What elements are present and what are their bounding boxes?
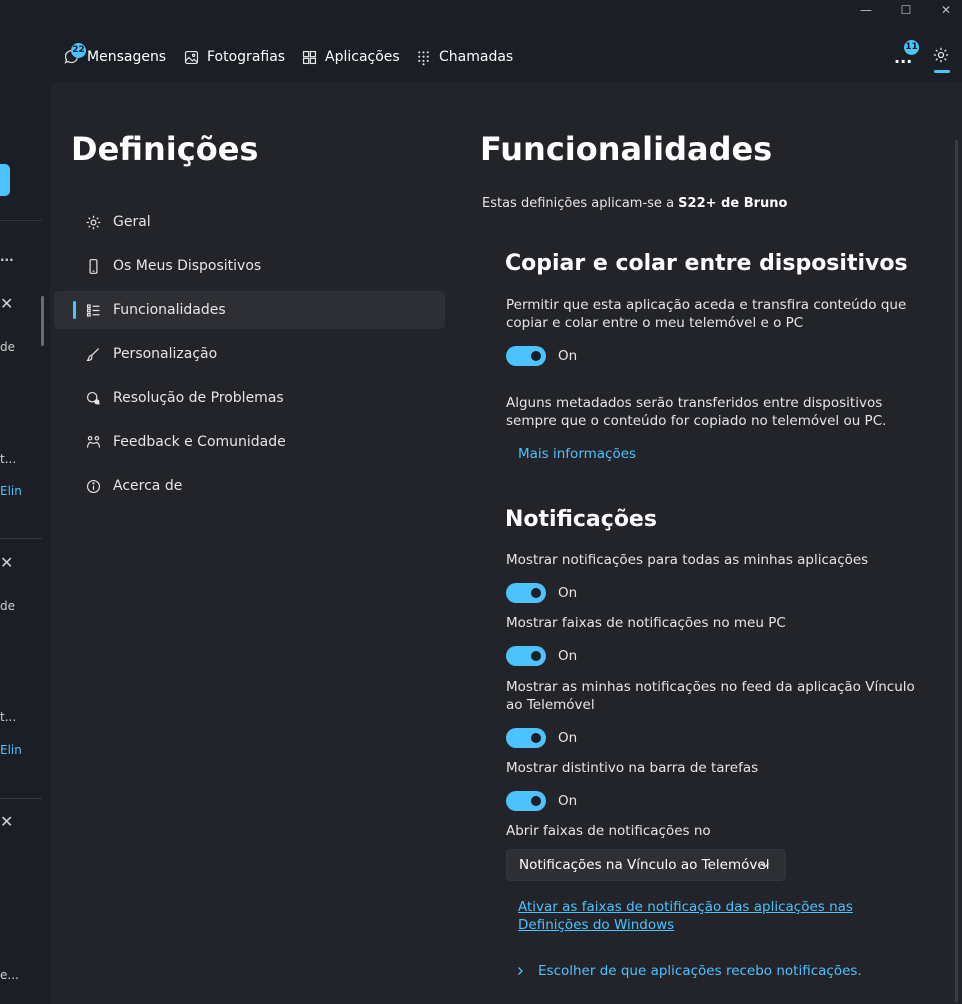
content-scrollbar[interactable] (955, 140, 958, 1002)
more-badge: 11 (904, 40, 919, 55)
strip-more[interactable]: ... (0, 250, 14, 264)
copy-paste-toggle[interactable] (506, 346, 546, 366)
copy-description: Permitir que esta aplicação aceda e tran… (506, 297, 907, 331)
strip-link[interactable]: Elin (0, 743, 22, 757)
toggle-state: On (558, 793, 578, 809)
strip-snippet: t... (0, 452, 17, 466)
info-icon (84, 477, 102, 495)
applies-prefix: Estas definições aplicam-se a (482, 196, 679, 211)
settings-active-indicator (934, 70, 950, 73)
messages-badge: 22 (71, 42, 86, 58)
open-banners-label: Abrir faixas de notificações no (506, 823, 711, 839)
tab-photos[interactable]: Fotografias (183, 40, 285, 74)
windows-settings-link[interactable]: Ativar as faixas de notificação das apli… (518, 898, 918, 934)
apps-icon (301, 49, 318, 66)
tab-apps[interactable]: Aplicações (301, 40, 400, 74)
sidebar-item-label: Resolução de Problemas (113, 390, 284, 406)
tab-calls[interactable]: Chamadas (415, 40, 513, 74)
choose-apps-label: Escolher de que aplicações recebo notifi… (538, 963, 862, 979)
close-button[interactable]: ✕ (929, 0, 962, 20)
sidebar-item-devices[interactable]: Os Meus Dispositivos (54, 247, 445, 285)
sidebar-item-about[interactable]: Acerca de (54, 467, 445, 505)
gear-icon (84, 213, 102, 231)
notif-setting-label: Mostrar notificações para todas as minha… (506, 552, 869, 568)
strip-snippet: de (0, 599, 15, 613)
open-banners-dropdown[interactable]: Notificações na Vínculo ao Telemóvel (506, 849, 786, 881)
tab-photos-label: Fotografias (207, 49, 286, 65)
notif-badge-toggle[interactable] (506, 791, 546, 811)
notif-feed-toggle[interactable] (506, 728, 546, 748)
chevron-right-icon (518, 967, 523, 975)
toggle-knob (531, 651, 541, 661)
toggle-knob (531, 588, 541, 598)
feedback-icon (84, 433, 102, 451)
tab-messages[interactable]: 22 Mensagens (63, 40, 166, 74)
notif-setting-label: Mostrar distintivo na barra de tarefas (506, 760, 759, 776)
active-indicator (73, 301, 76, 319)
sidebar-item-general[interactable]: Geral (54, 203, 445, 241)
strip-divider (0, 798, 42, 799)
copy-note: Alguns metadados serão transferidos entr… (506, 395, 887, 429)
chevron-down-icon (761, 863, 769, 868)
tab-messages-label: Mensagens (87, 49, 167, 65)
sidebar-title: Definições (71, 130, 259, 168)
notif-banners-toggle[interactable] (506, 646, 546, 666)
sidebar-item-troubleshoot[interactable]: Resolução de Problemas (54, 379, 445, 417)
toggle-knob (531, 796, 541, 806)
sidebar-item-label: Funcionalidades (113, 302, 226, 318)
minimize-button[interactable]: — (849, 0, 883, 20)
notif-setting-label: Mostrar faixas de notificações no meu PC (506, 615, 786, 631)
notif-setting-label: Mostrar as minhas notificações no feed d… (506, 679, 915, 713)
toggle-state: On (558, 648, 578, 664)
device-name: S22+ de Bruno (678, 196, 788, 211)
tab-apps-label: Aplicações (325, 49, 400, 65)
sidebar-item-label: Geral (113, 214, 151, 230)
gear-icon (933, 47, 949, 63)
copy-section-title: Copiar e colar entre dispositivos (505, 251, 908, 276)
page-title: Funcionalidades (480, 130, 773, 168)
chat-icon: 22 (63, 42, 86, 66)
troubleshoot-icon (84, 389, 102, 407)
sidebar-item-label: Personalização (113, 346, 218, 362)
maximize-button[interactable]: ☐ (889, 0, 923, 20)
toggle-state: On (558, 730, 578, 746)
brush-icon (84, 345, 102, 363)
more-button[interactable]: ... 11 (894, 40, 919, 74)
strip-divider (0, 538, 42, 539)
features-list-icon (84, 301, 102, 319)
sidebar-item-label: Feedback e Comunidade (113, 434, 286, 450)
strip-divider (0, 220, 42, 221)
dismiss-icon[interactable]: ✕ (0, 812, 13, 831)
choose-apps-link[interactable]: Escolher de que aplicações recebo notifi… (514, 963, 862, 979)
applies-to: Estas definições aplicam-se a S22+ de Br… (482, 196, 787, 211)
dismiss-icon[interactable]: ✕ (0, 294, 13, 313)
phone-icon (84, 257, 102, 275)
toggle-knob (531, 351, 541, 361)
strip-snippet: de (0, 340, 15, 354)
dismiss-icon[interactable]: ✕ (0, 553, 13, 572)
more-info-link[interactable]: Mais informações (518, 446, 636, 462)
sidebar-item-label: Os Meus Dispositivos (113, 258, 262, 274)
strip-snippet: t... (0, 710, 17, 724)
strip-snippet: e... (0, 968, 19, 982)
settings-button[interactable] (932, 46, 952, 66)
toggle-state: On (558, 585, 578, 601)
strip-scrollbar[interactable] (41, 296, 44, 346)
toggle-knob (531, 733, 541, 743)
sidebar-item-personalization[interactable]: Personalização (54, 335, 445, 373)
notif-all-apps-toggle[interactable] (506, 583, 546, 603)
dialpad-icon (415, 49, 432, 66)
copy-toggle-state: On (558, 348, 578, 364)
photo-icon (183, 49, 200, 66)
sidebar-item-label: Acerca de (113, 478, 183, 494)
sidebar-item-features[interactable]: Funcionalidades (54, 291, 445, 329)
strip-link[interactable]: Elin (0, 484, 22, 498)
tab-calls-label: Chamadas (439, 49, 514, 65)
dropdown-value: Notificações na Vínculo ao Telemóvel (519, 857, 770, 873)
sidebar-item-feedback[interactable]: Feedback e Comunidade (54, 423, 445, 461)
new-message-button[interactable] (0, 164, 10, 196)
notifications-section-title: Notificações (505, 507, 657, 532)
